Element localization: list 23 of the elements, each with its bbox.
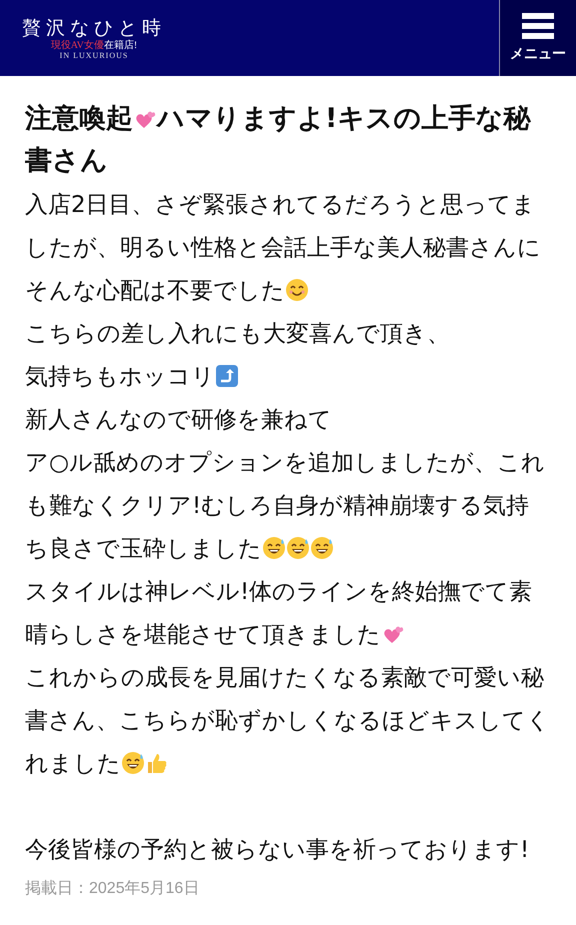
- article-paragraph: これからの成長を見届けたくなる素敵で可愛い秘書さん、こちらが恥ずかしくなるほどキスしてくれました: [25, 664, 551, 779]
- article-paragraph: 新人さんなので研修を兼ねて: [25, 406, 333, 435]
- logo-title: 贅沢なひと時: [22, 18, 166, 40]
- article-paragraph: こちらの差し入れにも大変喜んで頂き、: [25, 320, 451, 349]
- sweat-smile-icon: [121, 751, 145, 775]
- logo-tagline: 在籍店!: [104, 40, 138, 51]
- smiling-face-icon: [285, 278, 309, 302]
- logo-subtitle: IN LUXURIOUS: [60, 51, 128, 61]
- post-date: 掲載日：2025年5月16日: [25, 878, 200, 899]
- menu-icon: [522, 13, 554, 39]
- menu-button[interactable]: メニュー: [499, 0, 576, 76]
- arrow-up-icon: [215, 364, 239, 388]
- article-paragraph: 入店2日目、さぞ緊張されてるだろうと思ってましたが、明るい性格と会話上手な美人秘書さんにそんな心配は不要でした: [25, 191, 542, 306]
- article-paragraph: ア○ル舐めのオプションを追加しましたが、これも難なくクリア!むしろ自身が精神崩壊する気持ち良さで玉砕しました: [25, 449, 546, 564]
- closing-paragraph: 今後皆様の予約と被らない事を祈っております!: [25, 836, 530, 865]
- sweat-smile-icon: [310, 536, 334, 560]
- article-title: 注意喚起 ハマりますよ!キスの上手な秘書さん: [25, 102, 532, 178]
- sweat-smile-icon: [286, 536, 310, 560]
- article-paragraph: 気持ちもホッコリ: [25, 356, 551, 399]
- sweat-smile-icon: [262, 536, 286, 560]
- article-paragraph: スタイルは神レベル!体のラインを終始撫でて素晴らしさを堪能させて頂きました: [25, 578, 534, 650]
- thumbs-up-icon: [145, 751, 169, 775]
- logo-tagline-highlight: 現役AV女優: [50, 40, 104, 51]
